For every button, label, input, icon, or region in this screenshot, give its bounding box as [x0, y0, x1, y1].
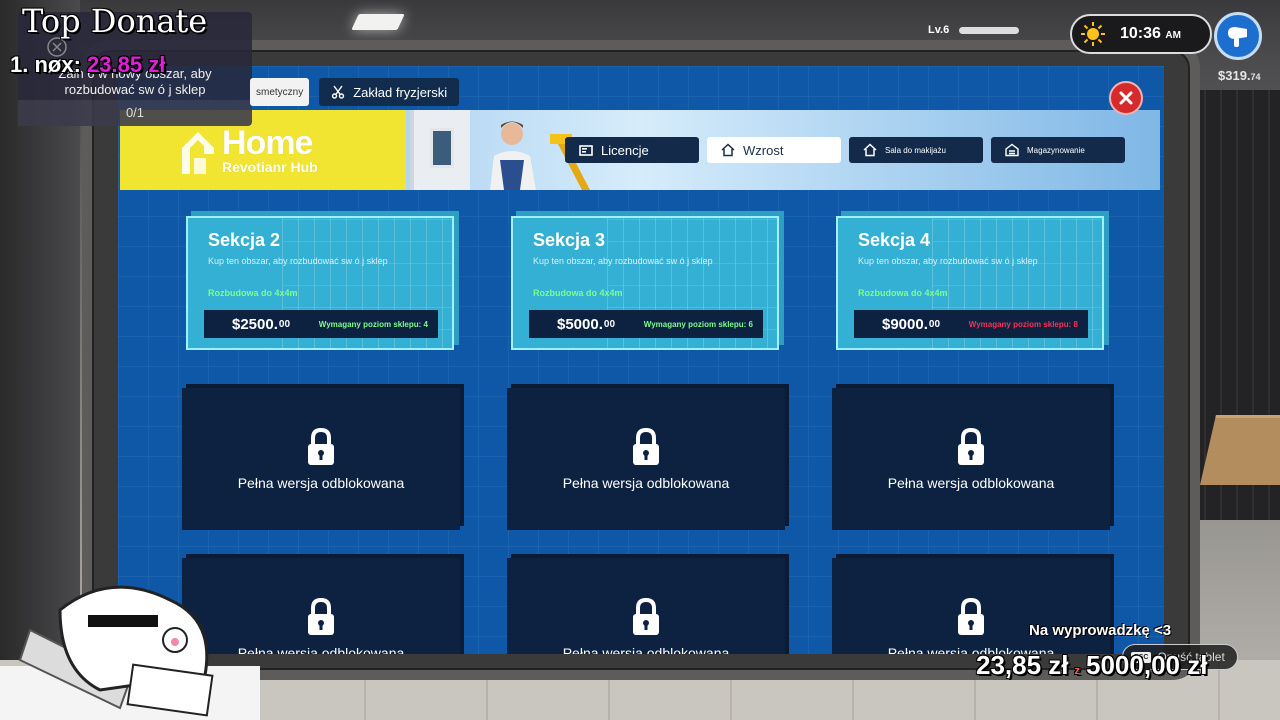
money-value: $319.	[1218, 68, 1251, 83]
money-cents: 74	[1250, 72, 1261, 82]
required-level: Wymagany poziom sklepu: 4	[318, 319, 428, 329]
lock-icon	[308, 427, 334, 465]
hair-dryer-icon	[1228, 27, 1247, 47]
section-expansion: Rozbudowa do 4x4m	[858, 288, 948, 298]
top-donor: 1. nøx: 23.85 zł	[10, 52, 165, 78]
required-level: Wymagany poziom sklepu: 6	[643, 319, 753, 329]
price: $9000.	[882, 315, 928, 333]
sun-icon	[1081, 22, 1105, 46]
tab-label: Wzrost	[743, 142, 784, 158]
price-cents: 00	[603, 318, 616, 330]
tab-licencje[interactable]: Licencje	[565, 137, 699, 163]
level-text: Lv.6	[928, 24, 950, 36]
close-icon	[1119, 91, 1133, 105]
locked-label: Pełna wersja odblokowana	[562, 645, 730, 654]
goal-target: 5000,00 zł	[1086, 650, 1208, 680]
locked-section-card: Pełna wersja odblokowana	[507, 558, 785, 654]
lock-icon	[633, 597, 659, 635]
section-title: Sekcja 2	[208, 230, 281, 250]
warehouse-icon	[1005, 143, 1019, 157]
ceiling-light	[351, 14, 405, 30]
price-cents: 00	[278, 318, 291, 330]
price: $5000.	[557, 315, 603, 333]
price: $2500.	[232, 315, 278, 333]
clock-ampm: AM	[1165, 30, 1181, 41]
goal-separator: z	[1074, 665, 1081, 677]
home-icon	[721, 143, 735, 157]
lock-icon	[308, 597, 334, 635]
shop-avatar[interactable]	[1214, 12, 1262, 60]
goal-current: 23,85 zł	[976, 650, 1069, 680]
locked-label: Pełna wersja odblokowana	[562, 475, 730, 491]
home-logo-icon	[182, 132, 214, 174]
price-cents: 00	[928, 318, 941, 330]
locked-label: Pełna wersja odblokowana	[237, 645, 405, 654]
player-level: Lv.6	[928, 24, 1020, 36]
lock-icon	[958, 427, 984, 465]
tab-label: Sala do makijażu	[885, 145, 946, 155]
required-level: Wymagany poziom sklepu: 8	[968, 319, 1078, 329]
section-card[interactable]: Sekcja 2 Kup ten obszar, aby rozbudować …	[186, 216, 454, 350]
tablet-screen: Home Revotianr Hub Licencje Wzrost Sala …	[118, 66, 1164, 654]
buy-button[interactable]: $9000. 00 Wymagany poziom sklepu: 8	[854, 310, 1088, 338]
license-icon	[579, 145, 593, 156]
buy-button[interactable]: $2500. 00 Wymagany poziom sklepu: 4	[204, 310, 438, 338]
tab-label: smetyczny	[256, 86, 304, 98]
home-icon	[863, 143, 877, 157]
section-description: Kup ten obszar, aby rozbudować sw ó j sk…	[208, 256, 388, 266]
mission-text-line: rozbudować sw ó j sklep	[64, 82, 206, 97]
house-image	[410, 110, 470, 190]
tab-magazynowanie[interactable]: Magazynowanie	[991, 137, 1125, 163]
cat-mascot-image	[0, 585, 260, 720]
tab-wzrost[interactable]: Wzrost	[707, 137, 841, 163]
goal-label: Na wyprowadzkę <3	[1029, 622, 1172, 639]
locked-section-card: Pełna wersja odblokowana	[507, 388, 785, 530]
section-description: Kup ten obszar, aby rozbudować sw ó j sk…	[533, 256, 713, 266]
tab-label: Zakład fryzjerski	[353, 84, 448, 100]
locked-label: Pełna wersja odblokowana	[237, 475, 405, 491]
money-display: $319.74	[1218, 68, 1261, 83]
close-button[interactable]	[1109, 81, 1143, 115]
section-expansion: Rozbudowa do 4x4m	[208, 288, 298, 298]
section-description: Kup ten obszar, aby rozbudować sw ó j sk…	[858, 256, 1038, 266]
category-tabs: Licencje Wzrost Sala do makijażu Magazyn…	[565, 137, 1125, 163]
tab-sala-do-makijazu[interactable]: Sala do makijażu	[849, 137, 983, 163]
tab-label: Magazynowanie	[1027, 145, 1085, 155]
header-banner: Home Revotianr Hub Licencje Wzrost Sala …	[120, 110, 1160, 190]
lock-icon	[958, 597, 984, 635]
clock-time: 10:36	[1120, 25, 1161, 42]
buy-button[interactable]: $5000. 00 Wymagany poziom sklepu: 6	[529, 310, 763, 338]
section-card[interactable]: Sekcja 4 Kup ten obszar, aby rozbudować …	[836, 216, 1104, 350]
xp-bar	[959, 26, 1020, 34]
lock-icon	[633, 427, 659, 465]
tab-cosmetic-store[interactable]: smetyczny	[250, 78, 310, 106]
locked-section-card: Pełna wersja odblokowana	[832, 558, 1110, 654]
section-title: Sekcja 3	[533, 230, 606, 250]
tab-barbershop[interactable]: Zakład fryzjerski	[319, 78, 460, 106]
section-title: Sekcja 4	[858, 230, 931, 250]
store-type-tabs: smetyczny Zakład fryzjerski	[250, 78, 460, 106]
donor-name: 1. nøx:	[10, 52, 81, 77]
section-card[interactable]: Sekcja 3 Kup ten obszar, aby rozbudować …	[511, 216, 779, 350]
brand-subtitle: Revotianr Hub	[222, 159, 318, 175]
locked-section-card: Pełna wersja odblokowana	[182, 388, 460, 530]
time-display: 10:36 AM	[1070, 14, 1212, 54]
mission-progress: 0/1	[18, 100, 252, 126]
brand-name: Home	[222, 124, 313, 162]
locked-section-card: Pełna wersja odblokowana	[832, 388, 1110, 530]
donation-goal: 23,85 zł z 5000,00 zł	[976, 650, 1207, 681]
donor-amount: 23.85 zł	[87, 52, 166, 77]
scissors-icon	[332, 85, 345, 99]
tab-label: Licencje	[601, 142, 649, 158]
section-expansion: Rozbudowa do 4x4m	[533, 288, 623, 298]
top-donate-title: Top Donate	[22, 2, 208, 40]
locked-label: Pełna wersja odblokowana	[887, 475, 1055, 491]
